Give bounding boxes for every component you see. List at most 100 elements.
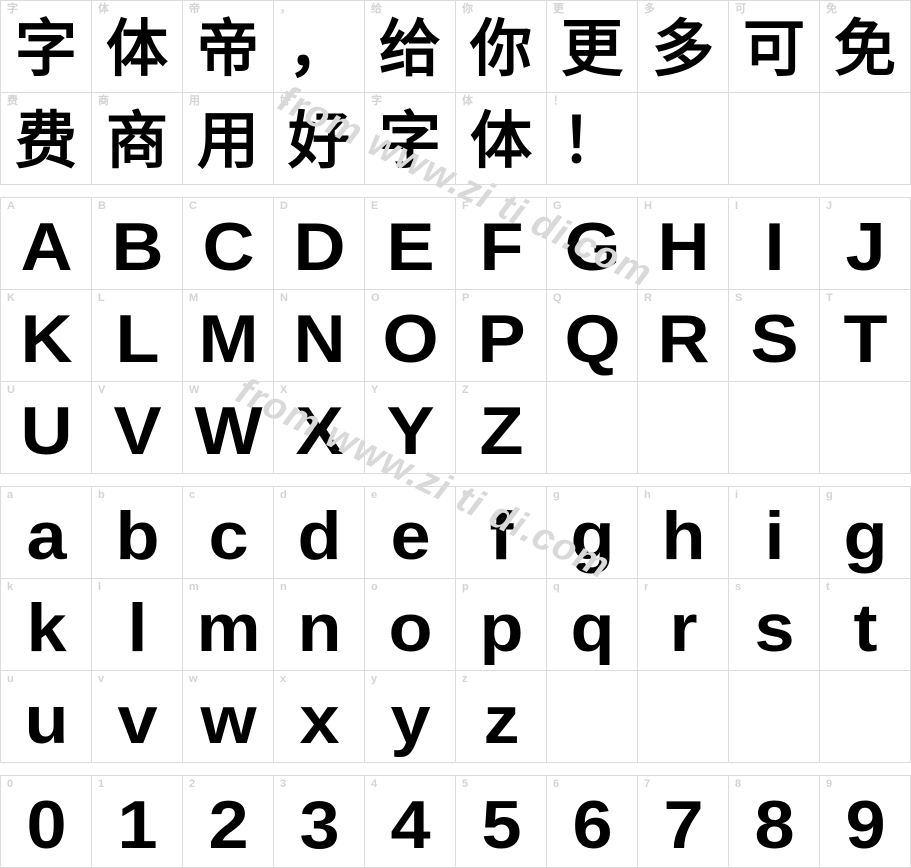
glyph-cell[interactable]: JJ: [820, 198, 911, 290]
glyph-display: l: [127, 589, 148, 666]
specimen-sections: 字字体体帝帝，，给给你你更更多多可可免免费费商商用用好好字字体体！！ A A B B C C…: [0, 0, 911, 868]
glyph-cell[interactable]: ww: [183, 671, 274, 763]
glyph-display: 3: [299, 786, 339, 863]
glyph-cell[interactable]: 99: [820, 776, 911, 868]
glyph-cell[interactable]: 你你: [456, 1, 547, 93]
glyph-cell[interactable]: 可可: [729, 1, 820, 93]
section-lowercase-latin: aabbccddeeffgghhiiggkkllmmnnooppqqrrsstt…: [0, 486, 911, 763]
glyph-cell[interactable]: 00: [1, 776, 92, 868]
glyph-cell[interactable]: RR: [638, 290, 729, 382]
glyph-cell[interactable]: 更更: [547, 1, 638, 93]
glyph-cell[interactable]: XX: [274, 382, 365, 474]
glyph-display: s: [754, 589, 794, 666]
glyph-cell[interactable]: 11: [92, 776, 183, 868]
glyph-cell[interactable]: 88: [729, 776, 820, 868]
glyph-cell[interactable]: 费费: [1, 93, 92, 185]
glyph-cell[interactable]: KK: [1, 290, 92, 382]
glyph-cell[interactable]: gg: [820, 487, 911, 579]
glyph-display: A: [20, 208, 72, 285]
glyph-cell[interactable]: EE: [365, 198, 456, 290]
glyph-cell[interactable]: ss: [729, 579, 820, 671]
glyph-cell[interactable]: GG: [547, 198, 638, 290]
glyph-cell[interactable]: 字字: [1, 1, 92, 93]
glyph-cell[interactable]: xx: [274, 671, 365, 763]
glyph-cell[interactable]: 33: [274, 776, 365, 868]
glyph-cell[interactable]: 体体: [456, 93, 547, 185]
glyph-display: 4: [390, 786, 430, 863]
glyph-cell[interactable]: SS: [729, 290, 820, 382]
glyph-display: r: [669, 589, 698, 666]
glyph-cell[interactable]: ZZ: [456, 382, 547, 474]
glyph-display: U: [20, 392, 72, 469]
glyph-cell[interactable]: PP: [456, 290, 547, 382]
glyph-cell[interactable]: gg: [547, 487, 638, 579]
glyph-cell[interactable]: HH: [638, 198, 729, 290]
glyph-cell[interactable]: BB: [92, 198, 183, 290]
glyph-cell[interactable]: uu: [1, 671, 92, 763]
glyph-cell[interactable]: AA: [1, 198, 92, 290]
glyph-display: d: [297, 497, 342, 574]
glyph-display: x: [299, 681, 339, 758]
glyph-cell[interactable]: 体体: [92, 1, 183, 93]
glyph-cell[interactable]: UU: [1, 382, 92, 474]
glyph-display: f: [489, 497, 514, 574]
glyph-cell[interactable]: ii: [729, 487, 820, 579]
glyph-cell[interactable]: CC: [183, 198, 274, 290]
glyph-cell-empty: [820, 671, 911, 763]
glyph-cell[interactable]: rr: [638, 579, 729, 671]
glyph-cell[interactable]: yy: [365, 671, 456, 763]
glyph-cell[interactable]: bb: [92, 487, 183, 579]
glyph-cell[interactable]: OO: [365, 290, 456, 382]
glyph-cell[interactable]: II: [729, 198, 820, 290]
glyph-cell[interactable]: ！！: [547, 93, 638, 185]
glyph-cell[interactable]: MM: [183, 290, 274, 382]
glyph-cell-empty: [638, 671, 729, 763]
glyph-cell[interactable]: 好好: [274, 93, 365, 185]
glyph-cell[interactable]: 商商: [92, 93, 183, 185]
glyph-cell[interactable]: QQ: [547, 290, 638, 382]
glyph-cell[interactable]: kk: [1, 579, 92, 671]
glyph-cell[interactable]: mm: [183, 579, 274, 671]
glyph-cell[interactable]: oo: [365, 579, 456, 671]
glyph-cell[interactable]: 帝帝: [183, 1, 274, 93]
glyph-display: a: [26, 497, 66, 574]
glyph-cell[interactable]: aa: [1, 487, 92, 579]
glyph-cell[interactable]: ee: [365, 487, 456, 579]
glyph-cell[interactable]: pp: [456, 579, 547, 671]
glyph-cell[interactable]: hh: [638, 487, 729, 579]
glyph-cell[interactable]: zz: [456, 671, 547, 763]
glyph-cell[interactable]: nn: [274, 579, 365, 671]
glyph-cell[interactable]: 22: [183, 776, 274, 868]
glyph-row: 费费商商用用好好字字体体！！: [1, 93, 911, 185]
glyph-display: E: [386, 208, 434, 285]
glyph-cell[interactable]: tt: [820, 579, 911, 671]
glyph-cell[interactable]: vv: [92, 671, 183, 763]
glyph-cell[interactable]: TT: [820, 290, 911, 382]
glyph-cell[interactable]: 免免: [820, 1, 911, 93]
glyph-cell[interactable]: 给给: [365, 1, 456, 93]
glyph-cell[interactable]: LL: [92, 290, 183, 382]
glyph-cell[interactable]: ll: [92, 579, 183, 671]
glyph-cell[interactable]: FF: [456, 198, 547, 290]
glyph-cell[interactable]: 66: [547, 776, 638, 868]
glyph-cell[interactable]: dd: [274, 487, 365, 579]
glyph-cell[interactable]: ff: [456, 487, 547, 579]
glyph-cell[interactable]: VV: [92, 382, 183, 474]
glyph-cell[interactable]: 多多: [638, 1, 729, 93]
glyph-cell[interactable]: qq: [547, 579, 638, 671]
glyph-cell[interactable]: NN: [274, 290, 365, 382]
glyph-cell[interactable]: 55: [456, 776, 547, 868]
glyph-cell[interactable]: DD: [274, 198, 365, 290]
glyph-cell[interactable]: WW: [183, 382, 274, 474]
glyph-cell[interactable]: YY: [365, 382, 456, 474]
glyph-cell[interactable]: 用用: [183, 93, 274, 185]
glyph-cell[interactable]: 字字: [365, 93, 456, 185]
glyph-display: Y: [386, 392, 434, 469]
glyph-cell[interactable]: ，，: [274, 1, 365, 93]
glyph-cell[interactable]: 44: [365, 776, 456, 868]
section-digits: 00112233445566778899: [0, 775, 911, 868]
glyph-cell[interactable]: cc: [183, 487, 274, 579]
glyph-cell[interactable]: 77: [638, 776, 729, 868]
glyph-display: c: [208, 497, 248, 574]
glyph-display: p: [479, 589, 524, 666]
